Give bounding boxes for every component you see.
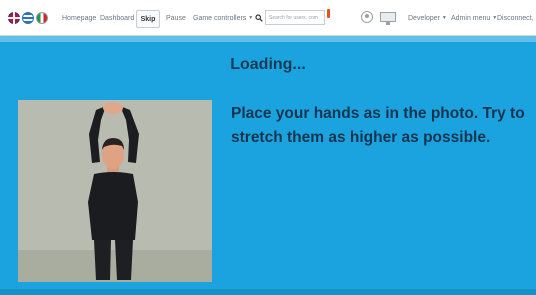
caret-down-icon: ▼: [441, 15, 447, 21]
nav-homepage[interactable]: Homepage: [62, 0, 96, 35]
nav-admin-menu-dropdown[interactable]: Admin menu ▼: [451, 0, 497, 35]
panel-bottom-edge: [0, 289, 536, 295]
content-top-strip: [0, 36, 536, 42]
nav-dashboard-label: Dashboard: [100, 14, 135, 22]
nav-logout[interactable]: Disconnect, Log: [497, 0, 536, 35]
pause-button[interactable]: Pause: [166, 0, 186, 35]
pose-instruction-text: Place your hands as in the photo. Try to…: [231, 105, 525, 146]
top-navbar: Homepage Dashboard ▼ Skip Pause Game con…: [0, 0, 536, 36]
monitor-icon[interactable]: [380, 12, 396, 25]
search-input[interactable]: [265, 10, 325, 25]
loading-status: Loading...: [230, 56, 306, 73]
italian-flag-icon[interactable]: [36, 12, 48, 24]
notification-marker: [327, 9, 330, 18]
person-stretching-image: [18, 100, 212, 282]
nav-admin-menu-label: Admin menu: [451, 14, 491, 22]
nav-game-controllers-label: Game controllers: [193, 14, 247, 22]
nav-developer-label: Developer: [408, 14, 440, 22]
search-icon[interactable]: [253, 10, 265, 26]
pose-reference-photo: [18, 100, 212, 282]
greek-flag-icon[interactable]: [22, 12, 34, 24]
uk-flag-icon[interactable]: [8, 12, 20, 24]
nav-developer-dropdown[interactable]: Developer ▼: [408, 0, 447, 35]
user-avatar-icon[interactable]: [361, 11, 373, 23]
nav-game-controllers-dropdown[interactable]: Game controllers ▼: [193, 0, 253, 35]
skip-button[interactable]: Skip: [136, 10, 160, 28]
